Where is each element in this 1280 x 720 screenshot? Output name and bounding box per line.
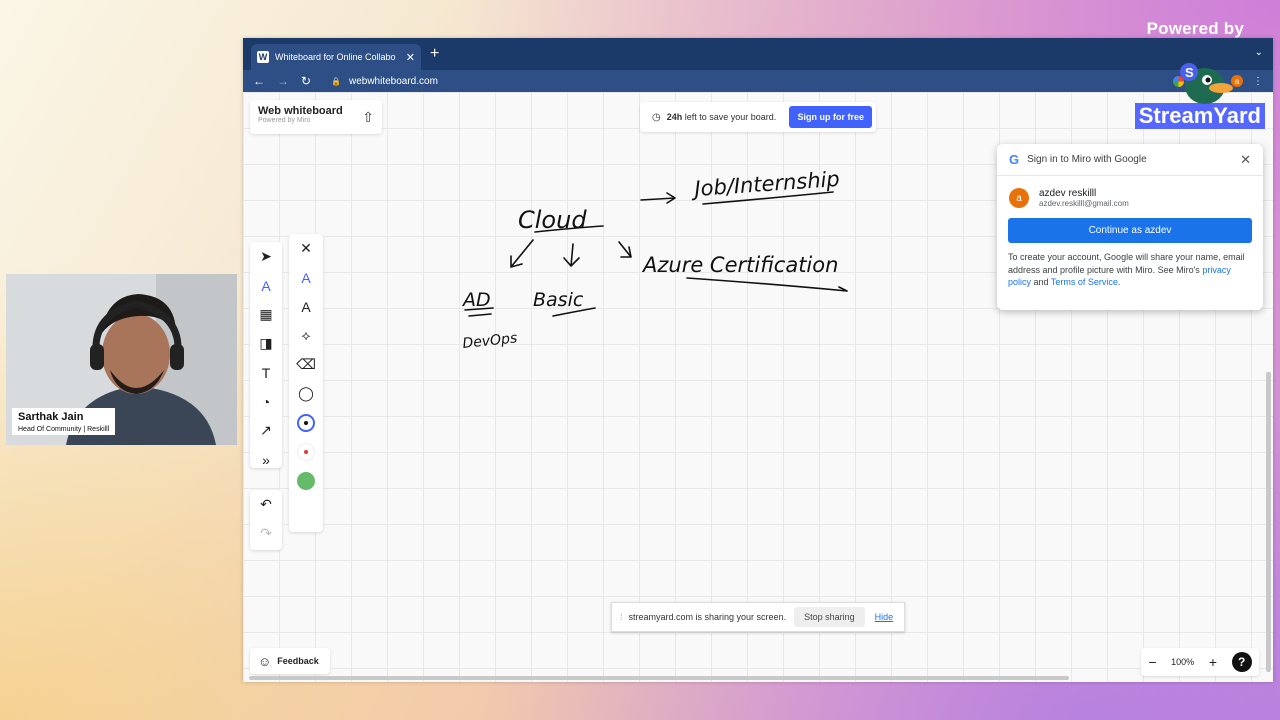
reload-icon[interactable]: ↻	[301, 74, 325, 88]
select-tool-icon[interactable]: ➤	[250, 242, 282, 271]
hide-link[interactable]: Hide	[875, 612, 894, 622]
new-tab-icon[interactable]: +	[430, 45, 439, 63]
whiteboard-favicon-icon: W	[257, 51, 269, 63]
back-icon[interactable]: ←	[253, 74, 277, 88]
google-popup-header: G Sign in to Miro with Google ✕	[997, 144, 1263, 176]
signup-button[interactable]: Sign up for free	[789, 106, 872, 128]
upload-icon[interactable]: ⇧	[362, 109, 374, 126]
shape-tool-icon[interactable]: ◔	[250, 387, 282, 416]
smart-shape-icon[interactable]: ⟡	[289, 321, 323, 350]
url-field[interactable]: 🔒 webwhiteboard.com	[331, 76, 438, 87]
stop-sharing-button[interactable]: Stop sharing	[794, 607, 865, 627]
presenter-name-tag: Sarthak Jain Head Of Community | Reskill…	[12, 408, 116, 435]
tab-title: Whiteboard for Online Collabo	[275, 52, 396, 62]
ad-underline	[464, 307, 494, 317]
basic-underline	[552, 307, 596, 317]
azure-underline	[686, 277, 848, 292]
pen-icon[interactable]: A	[289, 263, 323, 292]
main-toolbar: ➤ A ▦ ◨ T ◔ ↗ »	[250, 242, 282, 468]
streamyard-logo: S StreamYard	[1100, 63, 1265, 130]
help-icon[interactable]: ?	[1231, 652, 1252, 672]
redo-icon[interactable]: ↷	[250, 519, 282, 548]
close-icon[interactable]: ✕	[289, 234, 323, 263]
presenter-name: Sarthak Jain	[18, 411, 84, 423]
text-tool-icon[interactable]: T	[250, 358, 282, 387]
arrow-to-job	[640, 192, 676, 204]
feedback-label: Feedback	[277, 656, 319, 666]
google-signin-popup: G Sign in to Miro with Google ✕ a azdev …	[997, 144, 1263, 310]
continue-button[interactable]: Continue as azdev	[1008, 218, 1252, 243]
drag-handle-icon[interactable]: ⁞	[620, 612, 623, 622]
close-icon[interactable]: ✕	[1240, 152, 1251, 168]
close-tab-icon[interactable]: ✕	[406, 51, 415, 64]
color-green[interactable]	[289, 466, 323, 495]
arrow-to-azure	[618, 241, 632, 258]
browser-window: W Whiteboard for Online Collabo ✕ + ⌄ ← …	[243, 38, 1273, 682]
url-text: webwhiteboard.com	[348, 75, 438, 87]
clock-icon: ◷	[652, 111, 661, 123]
cloud-underline	[534, 225, 604, 233]
board-title: Web whiteboard	[258, 105, 343, 117]
zoom-level: 100%	[1171, 657, 1195, 667]
highlighter-icon[interactable]: A	[289, 292, 323, 321]
arrow-tool-icon[interactable]: ↗	[250, 416, 282, 445]
share-text: streamyard.com is sharing your screen.	[628, 612, 787, 622]
chevron-down-icon[interactable]: ⌄	[1255, 47, 1263, 58]
vertical-scrollbar[interactable]	[1266, 372, 1271, 672]
zoom-controls: − 100% + ?	[1141, 648, 1259, 676]
google-logo-icon: G	[1009, 152, 1020, 167]
undo-icon[interactable]: ↶	[250, 490, 282, 519]
azure-text: Azure Certification	[641, 253, 838, 277]
arrow-to-ad	[510, 239, 534, 268]
job-underline	[702, 191, 834, 205]
devops-text: DevOps	[462, 330, 518, 352]
screen-share-bar: ⁞ streamyard.com is sharing your screen.…	[611, 602, 905, 632]
basic-text: Basic	[533, 289, 584, 311]
history-toolbar: ↶ ↷	[250, 490, 282, 550]
powered-by-label: Powered by	[1146, 19, 1244, 38]
board-brand[interactable]: Web whiteboard Powered by Miro ⇧	[250, 100, 382, 134]
zoom-in-icon[interactable]: +	[1209, 654, 1217, 670]
lasso-icon[interactable]: ◯	[289, 379, 323, 408]
google-popup-title: Sign in to Miro with Google	[1027, 154, 1147, 165]
presenter-role: Head Of Community | Reskilll	[18, 426, 110, 433]
menu-kebab-icon[interactable]: ⋮	[1253, 76, 1263, 87]
color-black[interactable]	[289, 408, 323, 437]
pen-options-toolbar: ✕ A A ⟡ ⌫ ◯	[289, 234, 323, 532]
horizontal-scrollbar[interactable]	[249, 676, 1069, 680]
job-text: Job/Internship	[690, 167, 841, 201]
address-bar: ← → ↻ 🔒 webwhiteboard.com ⇪ ☆ a ⋮	[243, 70, 1273, 92]
terms-link[interactable]: Terms of Service	[1051, 277, 1118, 287]
lock-icon: 🔒	[331, 76, 341, 86]
board-subtitle: Powered by Miro	[258, 117, 311, 124]
google-consent-note: To create your account, Google will shar…	[1008, 252, 1245, 288]
webcam-feed: Sarthak Jain Head Of Community | Reskill…	[6, 274, 237, 445]
more-tools-icon[interactable]: »	[250, 445, 282, 474]
eraser-icon[interactable]: ⌫	[289, 350, 323, 379]
account-email: azdev.reskilll@gmail.com	[1039, 199, 1129, 208]
account-name: azdev reskilll	[1039, 188, 1097, 199]
whiteboard-canvas[interactable]: Cloud Job/Internship Azure Certification…	[243, 63, 1273, 682]
tab-strip: W Whiteboard for Online Collabo ✕ + ⌄	[243, 38, 1273, 70]
account-avatar: a	[1009, 188, 1029, 208]
feedback-button[interactable]: ☺ Feedback	[250, 648, 330, 674]
browser-tab[interactable]: W Whiteboard for Online Collabo ✕	[251, 44, 421, 70]
save-text: 24h left to save your board.	[666, 112, 777, 122]
duck-mascot-icon: S	[1180, 63, 1233, 104]
ad-text: AD	[461, 289, 491, 311]
template-tool-icon[interactable]: ▦	[250, 300, 282, 329]
cloud-text: Cloud	[518, 206, 587, 234]
google-account-row[interactable]: a azdev reskilll azdev.reskilll@gmail.co…	[997, 176, 1263, 208]
sticky-note-icon[interactable]: ◨	[250, 329, 282, 358]
save-board-banner: ◷ 24h left to save your board. Sign up f…	[640, 102, 876, 132]
color-red[interactable]	[289, 437, 323, 466]
zoom-out-icon[interactable]: −	[1148, 654, 1156, 670]
feedback-icon: ☺	[258, 653, 272, 669]
arrow-to-basic	[563, 243, 580, 267]
forward-icon[interactable]: →	[277, 74, 301, 88]
svg-text:S: S	[1185, 65, 1194, 80]
pen-tool-icon[interactable]: A	[250, 271, 282, 300]
